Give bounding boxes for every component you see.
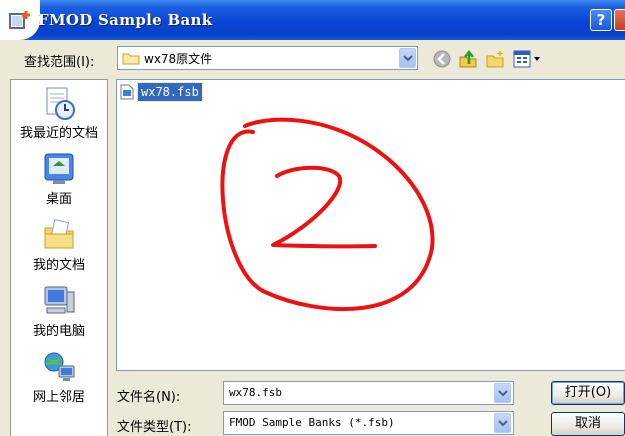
window-title: FMOD Sample Bank bbox=[38, 11, 213, 29]
help-button[interactable]: ? bbox=[590, 9, 612, 31]
annotation-circled-two bbox=[220, 117, 435, 311]
recent-documents-icon bbox=[46, 87, 75, 120]
folder-icon bbox=[122, 53, 140, 65]
file-type-dropdown-button[interactable] bbox=[494, 413, 511, 433]
file-name: wx78.fsb bbox=[137, 82, 203, 102]
back-icon[interactable] bbox=[432, 49, 452, 69]
look-in-dropdown-button[interactable] bbox=[399, 48, 416, 68]
place-network[interactable]: 网上邻居 bbox=[11, 350, 107, 405]
look-in-value: wx78原文件 bbox=[144, 52, 213, 66]
app-badge bbox=[0, 0, 40, 40]
place-label: 我最近的文档 bbox=[19, 126, 98, 141]
look-in-dropdown[interactable]: wx78原文件 bbox=[117, 46, 418, 70]
my-documents-icon bbox=[44, 219, 74, 249]
up-folder-icon[interactable] bbox=[458, 49, 478, 69]
place-my-documents[interactable]: 我的文档 bbox=[11, 218, 107, 273]
place-label: 我的电脑 bbox=[32, 324, 85, 339]
place-desktop[interactable]: 桌面 bbox=[11, 152, 107, 207]
chevron-down-icon bbox=[498, 390, 508, 397]
file-type-dropdown[interactable]: FMOD Sample Banks (*.fsb) bbox=[223, 411, 514, 435]
chevron-down-icon bbox=[403, 55, 413, 62]
file-name-dropdown-button[interactable] bbox=[494, 383, 511, 403]
add-file-icon bbox=[9, 11, 30, 29]
file-icon bbox=[120, 84, 134, 100]
desktop-icon bbox=[44, 153, 74, 184]
file-name-value: wx78.fsb bbox=[229, 386, 282, 399]
file-name-input[interactable]: wx78.fsb bbox=[223, 381, 514, 405]
file-list[interactable]: wx78.fsb bbox=[116, 79, 625, 371]
place-my-computer[interactable]: 我的电脑 bbox=[11, 284, 107, 339]
place-label: 网上邻居 bbox=[32, 390, 85, 405]
place-label: 桌面 bbox=[45, 192, 72, 207]
new-folder-icon[interactable] bbox=[485, 49, 505, 69]
cancel-button[interactable]: 取消 bbox=[551, 412, 625, 436]
close-button[interactable] bbox=[614, 9, 625, 31]
look-in-label: 查找范围(I): bbox=[24, 55, 95, 70]
file-name-label: 文件名(N): bbox=[117, 390, 181, 405]
views-menu-icon[interactable] bbox=[513, 50, 543, 68]
places-bar: 我最近的文档 桌面 我的文档 我的电脑 网上邻居 bbox=[10, 79, 108, 436]
file-type-label: 文件类型(T): bbox=[117, 420, 192, 435]
file-type-value: FMOD Sample Banks (*.fsb) bbox=[229, 416, 395, 429]
network-places-icon bbox=[44, 352, 75, 381]
chevron-down-icon bbox=[498, 420, 508, 427]
place-label: 我的文档 bbox=[32, 258, 85, 273]
open-button[interactable]: 打开(O) bbox=[551, 381, 625, 405]
my-computer-icon bbox=[44, 286, 75, 314]
place-recent-documents[interactable]: 我最近的文档 bbox=[11, 86, 107, 141]
